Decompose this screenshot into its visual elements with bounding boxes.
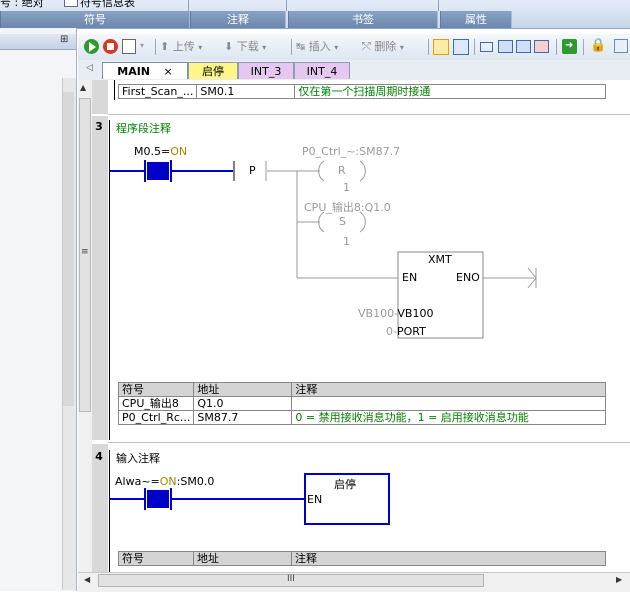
set-coil-symbol: CPU_输出8:Q1.0 bbox=[304, 201, 391, 214]
address-cell: Q1.0 bbox=[193, 396, 293, 411]
tab-int4[interactable]: INT_4 bbox=[294, 62, 350, 79]
network4-symbol-table: 符号 地址 注释 bbox=[118, 551, 606, 566]
compile-dropdown-icon[interactable]: ▾ bbox=[140, 38, 144, 51]
more-icon[interactable] bbox=[614, 39, 628, 53]
reset-coil-symbol: P0_Ctrl_~:SM87.7 bbox=[302, 145, 401, 158]
toolbar-separator bbox=[291, 39, 292, 55]
ribbon-group-symbol[interactable]: 符号 bbox=[0, 11, 190, 28]
symbol-cell: CPU_输出8 bbox=[117, 396, 195, 411]
table-header-row: 符号 地址 注释 bbox=[117, 382, 606, 397]
tab-int3[interactable]: INT_3 bbox=[238, 62, 294, 79]
table-row: CPU_输出8 Q1.0 bbox=[117, 396, 606, 411]
insert-button[interactable]: ↹ 插入 ▾ bbox=[296, 38, 338, 56]
bookmark-remove-icon[interactable] bbox=[534, 40, 549, 53]
close-icon[interactable]: × bbox=[164, 65, 173, 78]
header-symbol: 符号 bbox=[117, 382, 195, 397]
stop-square bbox=[107, 43, 114, 50]
lock-icon[interactable]: 🔒 bbox=[590, 38, 606, 53]
set-coil-count: 1 bbox=[343, 235, 350, 248]
tab-main[interactable]: MAIN × bbox=[102, 62, 188, 79]
tab-scroll-left-icon[interactable]: ◁ bbox=[86, 63, 93, 73]
toolbar-separator bbox=[428, 39, 429, 55]
xmt-port-param[interactable]: 0-PORT bbox=[386, 325, 426, 338]
bookmark-next-icon[interactable] bbox=[516, 40, 531, 53]
insert-icon: ↹ bbox=[296, 40, 306, 53]
download-button[interactable]: ⬇ 下载 ▾ bbox=[224, 38, 266, 56]
comment-cell: 0 = 禁用接收消息功能，1 = 启用接收消息功能 bbox=[291, 410, 606, 425]
ladder-network-3 bbox=[109, 160, 537, 339]
bookmark-prev-icon[interactable] bbox=[498, 40, 513, 53]
header-comment: 注释 bbox=[291, 382, 606, 397]
header-address: 地址 bbox=[193, 382, 293, 397]
scroll-right-icon[interactable]: ▶ bbox=[616, 575, 622, 584]
xmt-en-pin: EN bbox=[402, 271, 418, 284]
network-comment[interactable]: 输入注释 bbox=[116, 450, 160, 466]
set-coil-letter: S bbox=[339, 215, 346, 228]
ribbon-empty-area bbox=[512, 11, 630, 28]
ribbon-divider bbox=[286, 0, 287, 11]
delete-button[interactable]: ⤲ 删除 ▾ bbox=[362, 38, 404, 56]
box-icon[interactable] bbox=[480, 42, 493, 52]
network-divider bbox=[108, 442, 630, 443]
xmt-box-title[interactable]: XMT bbox=[428, 253, 452, 266]
ribbon-group-bookmark[interactable]: 书签 bbox=[288, 11, 438, 28]
toolbar-separator bbox=[474, 39, 475, 55]
ribbon-divider bbox=[438, 0, 439, 11]
scroll-up-icon[interactable]: ▲ bbox=[80, 83, 86, 92]
scroll-left-icon[interactable]: ◀ bbox=[84, 575, 90, 584]
upload-button[interactable]: ⬆ 上传 ▾ bbox=[160, 38, 202, 56]
ribbon-symbol-info-table[interactable]: 符号信息表 bbox=[80, 0, 135, 10]
network-number: 4 bbox=[95, 450, 103, 463]
left-pane-scroll-thumb[interactable] bbox=[63, 92, 74, 406]
upload-icon: ⬆ bbox=[160, 40, 170, 53]
ladder-network-4 bbox=[109, 473, 390, 525]
run-triangle bbox=[89, 42, 96, 52]
toolbar-separator bbox=[155, 39, 156, 55]
table-icon bbox=[64, 0, 78, 7]
symbol-cell: P0_Ctrl_Rc... bbox=[117, 410, 195, 425]
pin-icon[interactable]: ⊞ bbox=[60, 34, 68, 45]
delete-icon: ⤲ bbox=[362, 40, 371, 53]
start-stop-en-pin: EN bbox=[307, 493, 323, 506]
ladder-editor[interactable]: First_Scan_... SM0.1 仅在第一个扫描周期时接通 3 程序段注… bbox=[92, 80, 630, 572]
address-cell: SM87.7 bbox=[193, 410, 293, 425]
xmt-tbl-param[interactable]: VB100-VB100 bbox=[358, 307, 433, 320]
tab-start-stop[interactable]: 启停 bbox=[188, 62, 238, 79]
header-address: 地址 bbox=[193, 551, 292, 566]
ribbon-addressing-fragment: 号 : 绝对 bbox=[0, 0, 44, 9]
header-comment: 注释 bbox=[291, 551, 606, 566]
xmt-eno-pin: ENO bbox=[456, 271, 480, 284]
reset-coil-count: 1 bbox=[343, 181, 350, 194]
table-header-row: 符号 地址 注释 bbox=[118, 551, 606, 566]
symbol-view-icon[interactable] bbox=[453, 39, 469, 55]
reset-coil-letter: R bbox=[338, 164, 346, 177]
start-stop-box-title[interactable]: 启停 bbox=[334, 476, 356, 492]
goto-arrow: ➜ bbox=[565, 40, 574, 51]
scroll-grip-icon: ≡ bbox=[81, 247, 89, 257]
positive-edge-label: P bbox=[249, 164, 256, 177]
header-symbol: 符号 bbox=[118, 551, 194, 566]
toolbar-separator bbox=[583, 39, 584, 55]
comment-cell bbox=[291, 396, 606, 411]
table-row: P0_Ctrl_Rc... SM87.7 0 = 禁用接收消息功能，1 = 启用… bbox=[117, 410, 606, 425]
ribbon-divider bbox=[188, 0, 189, 11]
toolbar-separator bbox=[556, 39, 557, 55]
network-view-icon[interactable] bbox=[433, 39, 449, 55]
ribbon-group-comment[interactable]: 注释 bbox=[190, 11, 286, 28]
ribbon-group-properties[interactable]: 属性 bbox=[440, 11, 512, 28]
compile-icon[interactable] bbox=[122, 39, 136, 54]
download-icon: ⬇ bbox=[224, 40, 234, 53]
network3-symbol-table: 符号 地址 注释 CPU_输出8 Q1.0 P0_Ctrl_Rc... SM87… bbox=[117, 382, 606, 425]
scroll-grip: III bbox=[287, 574, 295, 584]
